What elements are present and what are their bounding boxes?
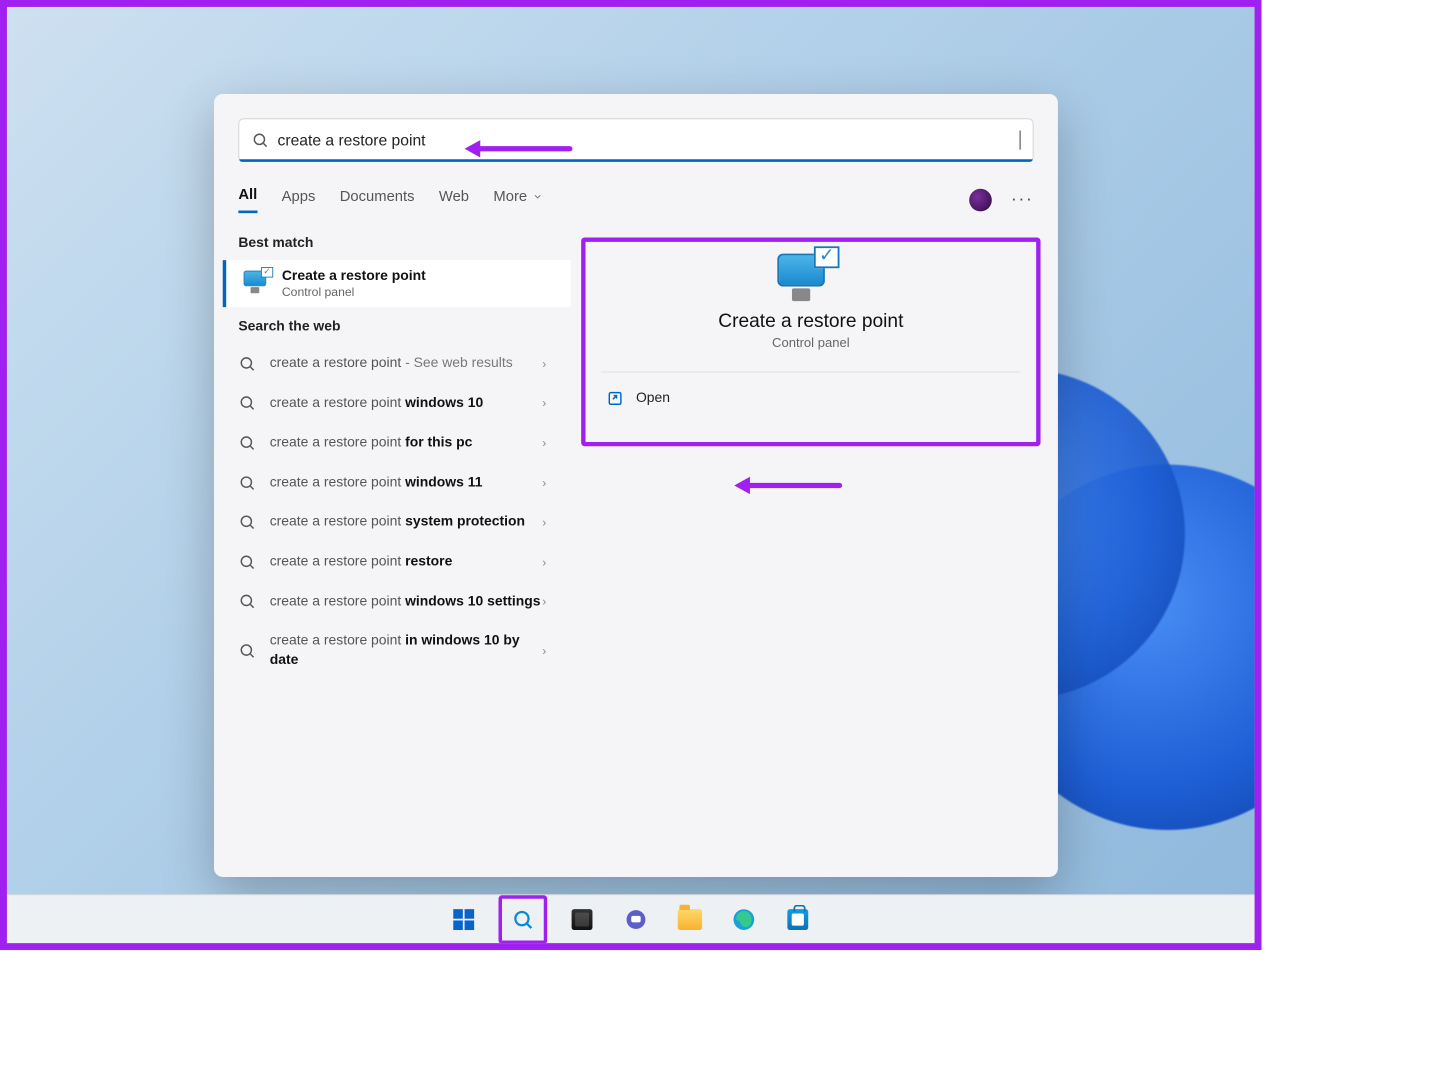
web-result[interactable]: create a restore point system protection… <box>223 502 562 542</box>
edge-button[interactable] <box>725 900 763 938</box>
folder-icon <box>678 909 702 930</box>
microsoft-store-button[interactable] <box>779 900 817 938</box>
web-result[interactable]: create a restore point - See web results… <box>223 344 562 384</box>
web-result-text: create a restore point windows 10 <box>270 394 543 413</box>
annotation-arrow <box>738 483 842 488</box>
tab-all[interactable]: All <box>238 186 257 213</box>
web-result-text: create a restore point - See web results <box>270 354 543 373</box>
open-external-icon <box>606 390 623 407</box>
search-icon <box>238 642 255 659</box>
chevron-right-icon: › <box>542 436 546 450</box>
web-result[interactable]: create a restore point windows 10 › <box>223 383 562 423</box>
section-best-match: Best match <box>214 224 571 261</box>
chevron-right-icon: › <box>542 396 546 410</box>
best-match-title: Create a restore point <box>282 269 426 285</box>
best-match-subtitle: Control panel <box>282 284 426 298</box>
search-input[interactable] <box>278 131 1019 149</box>
chevron-right-icon: › <box>542 595 546 609</box>
chat-icon <box>625 908 648 931</box>
store-icon <box>787 909 808 930</box>
file-explorer-button[interactable] <box>671 900 709 938</box>
open-label: Open <box>636 391 670 407</box>
taskbar <box>7 894 1255 943</box>
web-result-text: create a restore point restore <box>270 552 543 571</box>
web-result[interactable]: create a restore point windows 11 › <box>223 463 562 503</box>
taskbar-search-button[interactable] <box>504 900 542 938</box>
tab-more[interactable]: More <box>493 187 542 211</box>
search-icon <box>238 553 255 570</box>
more-options-button[interactable]: ··· <box>1011 190 1034 210</box>
chevron-right-icon: › <box>542 515 546 529</box>
task-view-button[interactable] <box>563 900 601 938</box>
search-icon <box>512 908 535 931</box>
search-icon <box>251 131 268 148</box>
search-icon <box>238 394 255 411</box>
web-result-text: create a restore point windows 10 settin… <box>270 592 543 611</box>
annotation-arrow <box>468 146 572 151</box>
tab-documents[interactable]: Documents <box>340 187 415 211</box>
tab-more-label: More <box>493 187 527 204</box>
restore-point-icon: ✓ <box>244 271 270 297</box>
open-action[interactable]: Open <box>598 378 1024 420</box>
tab-apps[interactable]: Apps <box>282 187 316 211</box>
web-result[interactable]: create a restore point windows 10 settin… <box>223 582 562 622</box>
web-result-text: create a restore point for this pc <box>270 433 543 452</box>
start-button[interactable] <box>445 900 483 938</box>
divider <box>601 371 1020 372</box>
text-caret <box>1020 131 1021 150</box>
detail-restore-point-icon: ✓ <box>777 254 832 309</box>
search-box[interactable] <box>238 118 1033 162</box>
search-icon <box>238 434 255 451</box>
search-tabs: All Apps Documents Web More ··· <box>214 171 1058 224</box>
chat-button[interactable] <box>617 900 655 938</box>
chevron-right-icon: › <box>542 476 546 490</box>
chevron-right-icon: › <box>542 357 546 371</box>
search-icon <box>238 355 255 372</box>
web-result[interactable]: create a restore point for this pc › <box>223 423 562 463</box>
user-avatar[interactable] <box>969 188 992 211</box>
chevron-right-icon: › <box>542 644 546 658</box>
search-icon <box>238 474 255 491</box>
edge-icon <box>733 908 756 931</box>
windows-logo-icon <box>453 909 474 930</box>
web-result[interactable]: create a restore point in windows 10 by … <box>223 621 562 679</box>
web-result[interactable]: create a restore point restore › <box>223 542 562 582</box>
chevron-down-icon <box>532 191 542 201</box>
task-view-icon <box>572 909 593 930</box>
search-icon <box>238 593 255 610</box>
web-result-text: create a restore point system protection <box>270 513 543 532</box>
web-result-text: create a restore point windows 11 <box>270 473 543 492</box>
annotation-highlight <box>499 895 548 943</box>
detail-pane: ✓ Create a restore point Control panel O… <box>581 238 1040 447</box>
chevron-right-icon: › <box>542 555 546 569</box>
web-result-text: create a restore point in windows 10 by … <box>270 632 543 670</box>
search-icon <box>238 513 255 530</box>
windows-search-panel: All Apps Documents Web More ··· Best mat… <box>214 94 1058 877</box>
section-search-web: Search the web <box>214 307 571 344</box>
web-results-list: create a restore point - See web results… <box>214 344 571 689</box>
desktop-wallpaper: All Apps Documents Web More ··· Best mat… <box>7 7 1255 943</box>
detail-subtitle: Control panel <box>598 336 1024 351</box>
best-match-result[interactable]: ✓ Create a restore point Control panel <box>223 260 571 307</box>
tab-web[interactable]: Web <box>439 187 469 211</box>
detail-title: Create a restore point <box>598 310 1024 333</box>
